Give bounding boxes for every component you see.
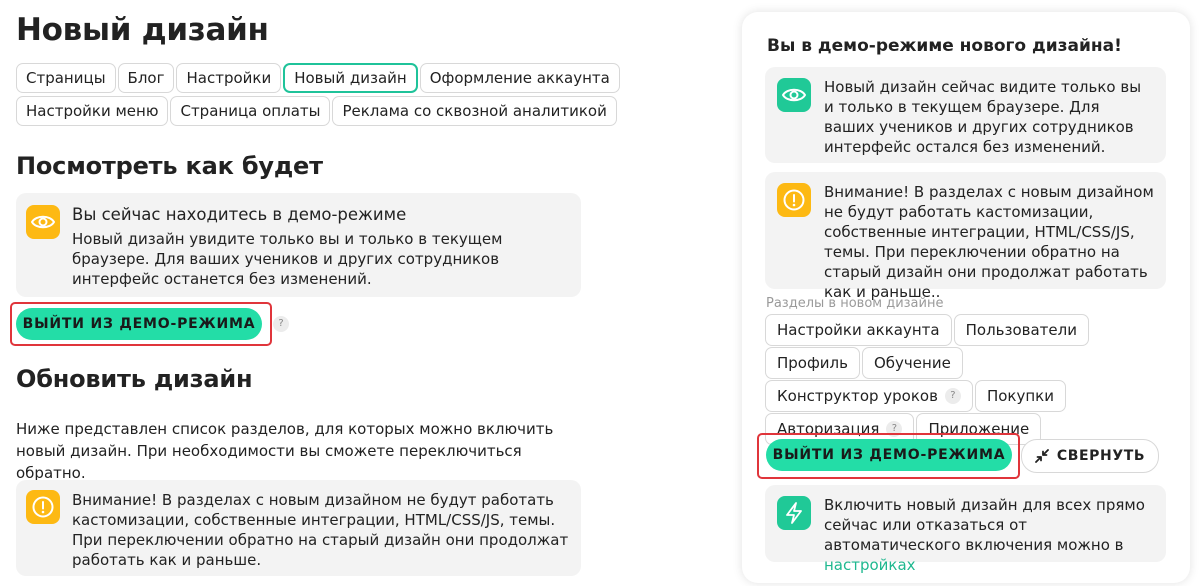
panel-info-text: Новый дизайн сейчас видите только вы и т… bbox=[824, 78, 1142, 156]
section-label: Обучение bbox=[873, 354, 951, 372]
panel-exit-demo-button[interactable]: ВЫЙТИ ИЗ ДЕМО-РЕЖИМА bbox=[766, 439, 1012, 471]
section-learning[interactable]: Обучение bbox=[861, 347, 963, 379]
enable-text: Включить новый дизайн для всех прямо сей… bbox=[824, 496, 1145, 554]
demo-mode-text: Новый дизайн увидите только вы и только … bbox=[72, 230, 503, 288]
tab-pages[interactable]: Страницы bbox=[16, 63, 116, 93]
settings-link[interactable]: настройках bbox=[824, 556, 916, 574]
tab-new-design[interactable]: Новый дизайн bbox=[283, 63, 418, 93]
demo-mode-title: Вы сейчас находитесь в демо-режиме bbox=[72, 205, 407, 224]
section-label: Конструктор уроков bbox=[777, 387, 938, 405]
eye-icon bbox=[26, 205, 60, 239]
preview-heading: Посмотреть как будет bbox=[16, 152, 323, 180]
warning-icon bbox=[777, 183, 811, 217]
section-label: Профиль bbox=[777, 354, 848, 372]
tab-settings[interactable]: Настройки bbox=[176, 63, 282, 93]
tab-analytics-ads[interactable]: Реклама со сквозной аналитикой bbox=[332, 96, 617, 126]
help-icon[interactable]: ? bbox=[944, 388, 961, 404]
warning-icon bbox=[26, 490, 60, 524]
collapse-label: СВЕРНУТЬ bbox=[1056, 448, 1146, 464]
panel-info-card: Новый дизайн сейчас видите только вы и т… bbox=[765, 67, 1166, 163]
sections-list: Настройки аккаунта Пользователи Профиль … bbox=[765, 314, 1170, 445]
update-heading: Обновить дизайн bbox=[16, 365, 253, 393]
panel-enable-card: Включить новый дизайн для всех прямо сей… bbox=[765, 485, 1166, 574]
sections-label: Разделы в новом дизайне bbox=[766, 296, 944, 311]
exit-demo-button[interactable]: ВЫЙТИ ИЗ ДЕМО-РЕЖИМА bbox=[16, 308, 262, 340]
tab-blog[interactable]: Блог bbox=[117, 63, 175, 93]
warning-text: Внимание! В разделах с новым дизайном не… bbox=[72, 491, 569, 569]
section-purchases[interactable]: Покупки bbox=[974, 380, 1066, 412]
collapse-button[interactable]: СВЕРНУТЬ bbox=[1021, 439, 1159, 473]
tab-account-design[interactable]: Оформление аккаунта bbox=[419, 63, 620, 93]
tab-menu-settings[interactable]: Настройки меню bbox=[16, 96, 169, 126]
panel-title: Вы в демо-режиме нового дизайна! bbox=[767, 36, 1122, 56]
section-lesson-builder[interactable]: Конструктор уроков? bbox=[765, 380, 973, 412]
section-users[interactable]: Пользователи bbox=[953, 314, 1089, 346]
panel-warning-text: Внимание! В разделах с новым дизайном не… bbox=[824, 183, 1154, 301]
section-label: Настройки аккаунта bbox=[777, 321, 940, 339]
update-description: Ниже представлен список разделов, для ко… bbox=[16, 420, 554, 482]
collapse-icon bbox=[1034, 449, 1049, 463]
section-tabs: Страницы Блог Настройки Новый дизайн Офо… bbox=[16, 63, 756, 126]
lightning-icon bbox=[777, 496, 811, 530]
page-title: Новый дизайн bbox=[16, 12, 269, 48]
eye-icon bbox=[777, 78, 811, 112]
tab-payment-page[interactable]: Страница оплаты bbox=[170, 96, 331, 126]
section-profile[interactable]: Профиль bbox=[765, 347, 860, 379]
section-label: Покупки bbox=[986, 387, 1054, 405]
panel-warning-card: Внимание! В разделах с новым дизайном не… bbox=[765, 172, 1166, 301]
help-icon[interactable]: ? bbox=[273, 316, 289, 332]
warning-card: Внимание! В разделах с новым дизайном не… bbox=[16, 480, 581, 576]
section-account-settings[interactable]: Настройки аккаунта bbox=[765, 314, 952, 346]
section-label: Пользователи bbox=[965, 321, 1077, 339]
demo-mode-card: Вы сейчас находитесь в демо-режиме Новый… bbox=[16, 193, 581, 297]
